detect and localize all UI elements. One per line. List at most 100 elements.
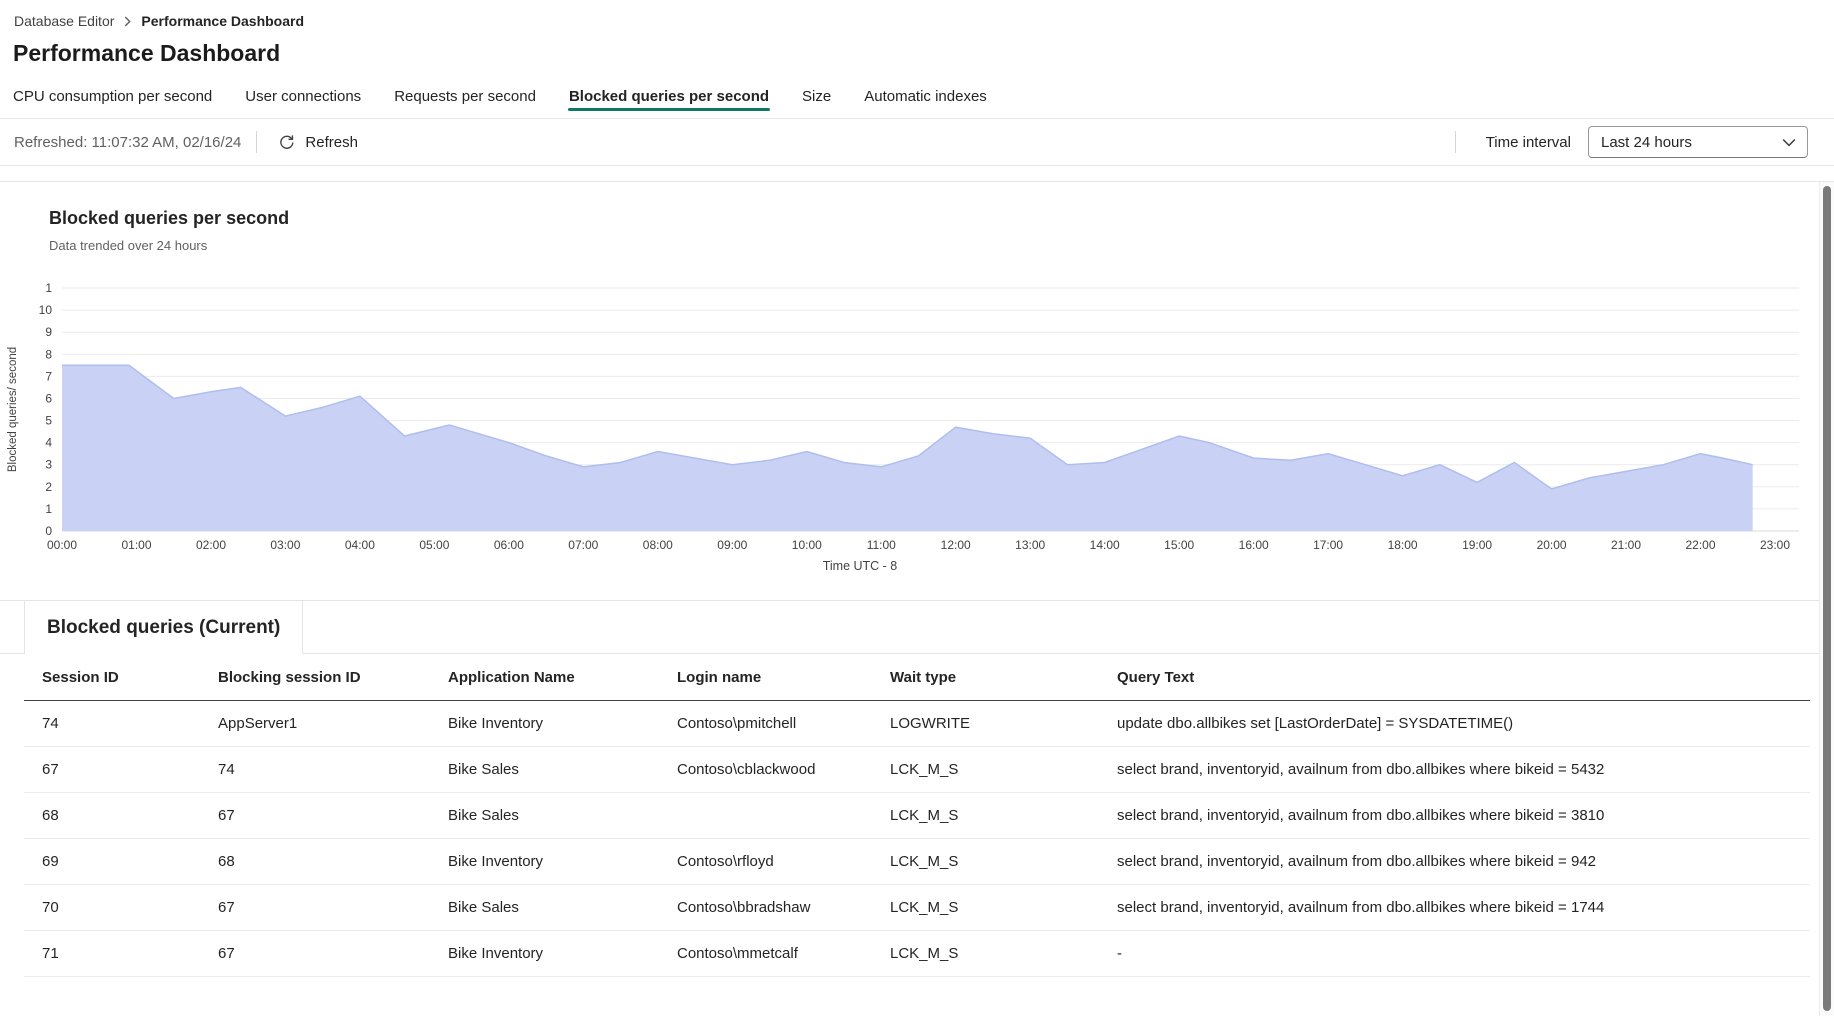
table-cell: 70 — [42, 899, 59, 916]
tab-requests-per-second[interactable]: Requests per second — [393, 82, 537, 118]
svg-text:05:00: 05:00 — [419, 538, 449, 552]
tab-blocked-queries-current[interactable]: Blocked queries (Current) — [24, 601, 304, 654]
table-cell: LCK_M_S — [890, 761, 959, 778]
svg-text:1: 1 — [45, 502, 52, 516]
section-title: Blocked queries (Current) — [47, 616, 281, 638]
tab-automatic-indexes[interactable]: Automatic indexes — [863, 82, 988, 118]
table-cell: 69 — [42, 853, 59, 870]
toolbar-divider — [1454, 131, 1456, 153]
time-interval-value: Last 24 hours — [1601, 133, 1692, 151]
svg-text:7: 7 — [45, 369, 52, 383]
table-row[interactable]: 71 67 Bike Inventory Contoso\mmetcalf LCK_M_… — [24, 931, 1810, 977]
table-row[interactable]: 70 67 Bike Sales Contoso\bbradshaw LCK_M_S se… — [24, 885, 1810, 931]
svg-text:2: 2 — [45, 480, 52, 494]
svg-text:21:00: 21:00 — [1611, 538, 1641, 552]
content-region: Blocked queries per second Data trended … — [0, 181, 1834, 1016]
table-cell: Contoso\rfloyd — [677, 853, 774, 870]
chart-subtitle: Data trended over 24 hours — [49, 238, 208, 253]
table-cell: 68 — [218, 853, 235, 870]
table-cell: 74 — [218, 761, 235, 778]
refreshed-timestamp: Refreshed: 11:07:32 AM, 02/16/24 — [14, 133, 242, 151]
column-header-wait-type: Wait type — [890, 668, 957, 686]
column-header-blocking-session-id: Blocking session ID — [218, 668, 361, 686]
table-row[interactable]: 74 AppServer1 Bike Inventory Contoso\pmitch… — [24, 701, 1810, 747]
breadcrumb-item-database-editor[interactable]: Database Editor — [14, 13, 114, 29]
table-row[interactable]: 69 68 Bike Inventory Contoso\rfloyd LCK_M_S s… — [24, 839, 1810, 885]
refresh-icon — [278, 134, 295, 151]
table-cell: Bike Sales — [448, 807, 519, 824]
table-cell: LCK_M_S — [890, 945, 959, 962]
svg-text:10:00: 10:00 — [792, 538, 822, 552]
table-cell: 74 — [42, 715, 59, 732]
svg-text:13:00: 13:00 — [1015, 538, 1045, 552]
time-interval-dropdown[interactable]: Last 24 hours — [1588, 126, 1808, 158]
table-cell: Bike Sales — [448, 899, 519, 916]
table-cell: update dbo.allbikes set [LastOrderDate] … — [1117, 715, 1514, 732]
svg-text:5: 5 — [45, 414, 52, 428]
svg-text:19:00: 19:00 — [1462, 538, 1492, 552]
table-cell: Contoso\mmetcalf — [677, 945, 798, 962]
svg-text:03:00: 03:00 — [270, 538, 300, 552]
table-cell: 67 — [218, 899, 235, 916]
svg-text:14:00: 14:00 — [1090, 538, 1120, 552]
svg-text:16:00: 16:00 — [1239, 538, 1269, 552]
tab-cpu-consumption-per-second[interactable]: CPU consumption per second — [12, 82, 213, 118]
svg-text:04:00: 04:00 — [345, 538, 375, 552]
svg-text:8: 8 — [45, 347, 52, 361]
svg-text:18:00: 18:00 — [1388, 538, 1418, 552]
table-cell: select brand, inventoryid, availnum from… — [1117, 761, 1605, 778]
svg-text:15:00: 15:00 — [1164, 538, 1194, 552]
table-cell: 67 — [42, 761, 59, 778]
svg-text:Time UTC - 8: Time UTC - 8 — [823, 559, 898, 573]
table-cell: 67 — [218, 945, 235, 962]
time-interval-label: Time interval — [1485, 133, 1571, 151]
column-header-login-name: Login name — [677, 668, 762, 686]
blocked-queries-section: Blocked queries (Current) Session ID Blo… — [0, 600, 1834, 977]
svg-text:Blocked queries/ second: Blocked queries/ second — [7, 347, 19, 472]
table-row[interactable]: 68 67 Bike Sales LCK_M_S select brand, inven… — [24, 793, 1810, 839]
table-cell: Bike Sales — [448, 761, 519, 778]
svg-text:0: 0 — [45, 524, 52, 538]
svg-text:9: 9 — [45, 325, 52, 339]
tab-bar: CPU consumption per second User connectio… — [0, 82, 1834, 119]
svg-text:22:00: 22:00 — [1685, 538, 1715, 552]
svg-text:02:00: 02:00 — [196, 538, 226, 552]
table-cell: LCK_M_S — [890, 899, 959, 916]
tab-blocked-queries-per-second[interactable]: Blocked queries per second — [567, 82, 771, 118]
table-cell: Contoso\cblackwood — [677, 761, 816, 778]
svg-text:00:00: 00:00 — [47, 538, 77, 552]
table-cell: 67 — [218, 807, 235, 824]
breadcrumb-chevron-icon — [123, 16, 132, 27]
toolbar-divider — [256, 131, 258, 153]
svg-text:11:00: 11:00 — [867, 538, 896, 552]
tab-size[interactable]: Size — [801, 82, 832, 118]
table-cell: AppServer1 — [218, 715, 298, 732]
tab-user-connections[interactable]: User connections — [244, 82, 362, 118]
breadcrumb-item-performance-dashboard: Performance Dashboard — [141, 13, 305, 29]
table-cell: 71 — [42, 945, 59, 962]
column-header-application-name: Application Name — [448, 668, 575, 686]
svg-text:6: 6 — [45, 392, 52, 406]
table-cell: Bike Inventory — [448, 853, 544, 870]
svg-text:06:00: 06:00 — [494, 538, 524, 552]
svg-text:12:00: 12:00 — [941, 538, 971, 552]
breadcrumb: Database Editor Performance Dashboard — [0, 0, 1834, 29]
vertical-scrollbar[interactable] — [1819, 182, 1834, 1016]
svg-text:23:00: 23:00 — [1760, 538, 1790, 552]
table-body: 74 AppServer1 Bike Inventory Contoso\pmitch… — [0, 701, 1834, 977]
scrollbar-thumb[interactable] — [1823, 186, 1831, 1011]
svg-text:20:00: 20:00 — [1537, 538, 1567, 552]
svg-text:07:00: 07:00 — [568, 538, 598, 552]
chevron-down-icon — [1782, 138, 1796, 147]
svg-text:3: 3 — [45, 458, 52, 472]
table-cell: Contoso\bbradshaw — [677, 899, 811, 916]
table-cell: select brand, inventoryid, availnum from… — [1117, 853, 1597, 870]
refresh-button[interactable]: Refresh — [272, 130, 364, 155]
table-cell: LOGWRITE — [890, 715, 971, 732]
svg-text:09:00: 09:00 — [717, 538, 747, 552]
table-cell: - — [1117, 945, 1122, 962]
column-header-query-text: Query Text — [1117, 668, 1195, 686]
svg-text:01:00: 01:00 — [121, 538, 151, 552]
table-row[interactable]: 67 74 Bike Sales Contoso\cblackwood LCK_M_S s… — [24, 747, 1810, 793]
table-cell: select brand, inventoryid, availnum from… — [1117, 807, 1605, 824]
